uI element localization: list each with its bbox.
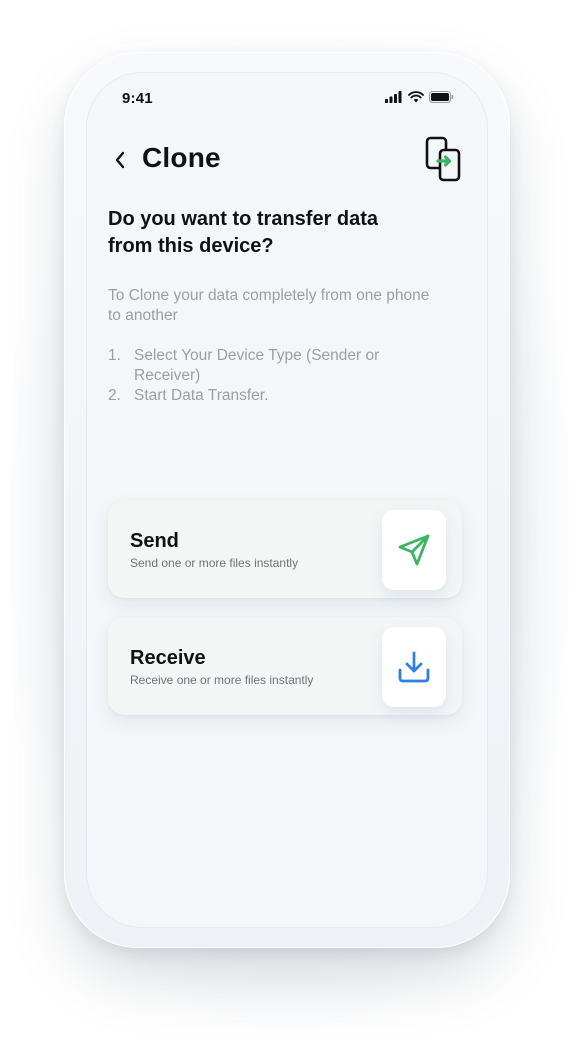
header: Clone	[86, 132, 488, 192]
download-icon	[398, 651, 430, 683]
receive-subtitle: Receive one or more files instantly	[130, 673, 314, 687]
send-option-card[interactable]: Send Send one or more files instantly	[108, 500, 462, 598]
status-icons	[385, 91, 454, 103]
transfer-question: Do you want to transfer data from this d…	[108, 208, 379, 257]
phone-screen: 9:41 Clone Do you want to transfer data …	[86, 72, 488, 928]
steps-list: 1. Select Your Device Type (Sender or Re…	[108, 346, 438, 406]
step-number: 2.	[108, 387, 121, 404]
send-icon-button[interactable]	[382, 510, 446, 590]
description-text: To Clone your data completely from one p…	[108, 287, 430, 324]
status-bar: 9:41	[86, 72, 488, 122]
phone-frame: 9:41 Clone Do you want to transfer data …	[64, 52, 510, 948]
send-title: Send	[130, 530, 179, 552]
back-button[interactable]	[110, 146, 130, 174]
step-item: 2. Start Data Transfer.	[108, 386, 438, 406]
step-text: Select Your Device Type (Sender or Recei…	[134, 347, 380, 384]
step-item: 1. Select Your Device Type (Sender or Re…	[108, 346, 438, 386]
battery-icon	[429, 91, 454, 103]
step-number: 1.	[108, 347, 121, 364]
page-title: Clone	[142, 142, 221, 173]
send-icon	[398, 534, 430, 566]
send-subtitle: Send one or more files instantly	[130, 556, 299, 570]
receive-title: Receive	[130, 647, 206, 669]
step-text: Start Data Transfer.	[134, 387, 269, 404]
receive-icon-button[interactable]	[382, 627, 446, 707]
chevron-left-icon	[115, 151, 125, 169]
receive-option-card[interactable]: Receive Receive one or more files instan…	[108, 617, 462, 715]
wifi-icon	[408, 91, 424, 103]
phone-transfer-icon[interactable]	[424, 134, 464, 184]
status-time: 9:41	[122, 90, 153, 107]
signal-icon	[385, 91, 402, 103]
